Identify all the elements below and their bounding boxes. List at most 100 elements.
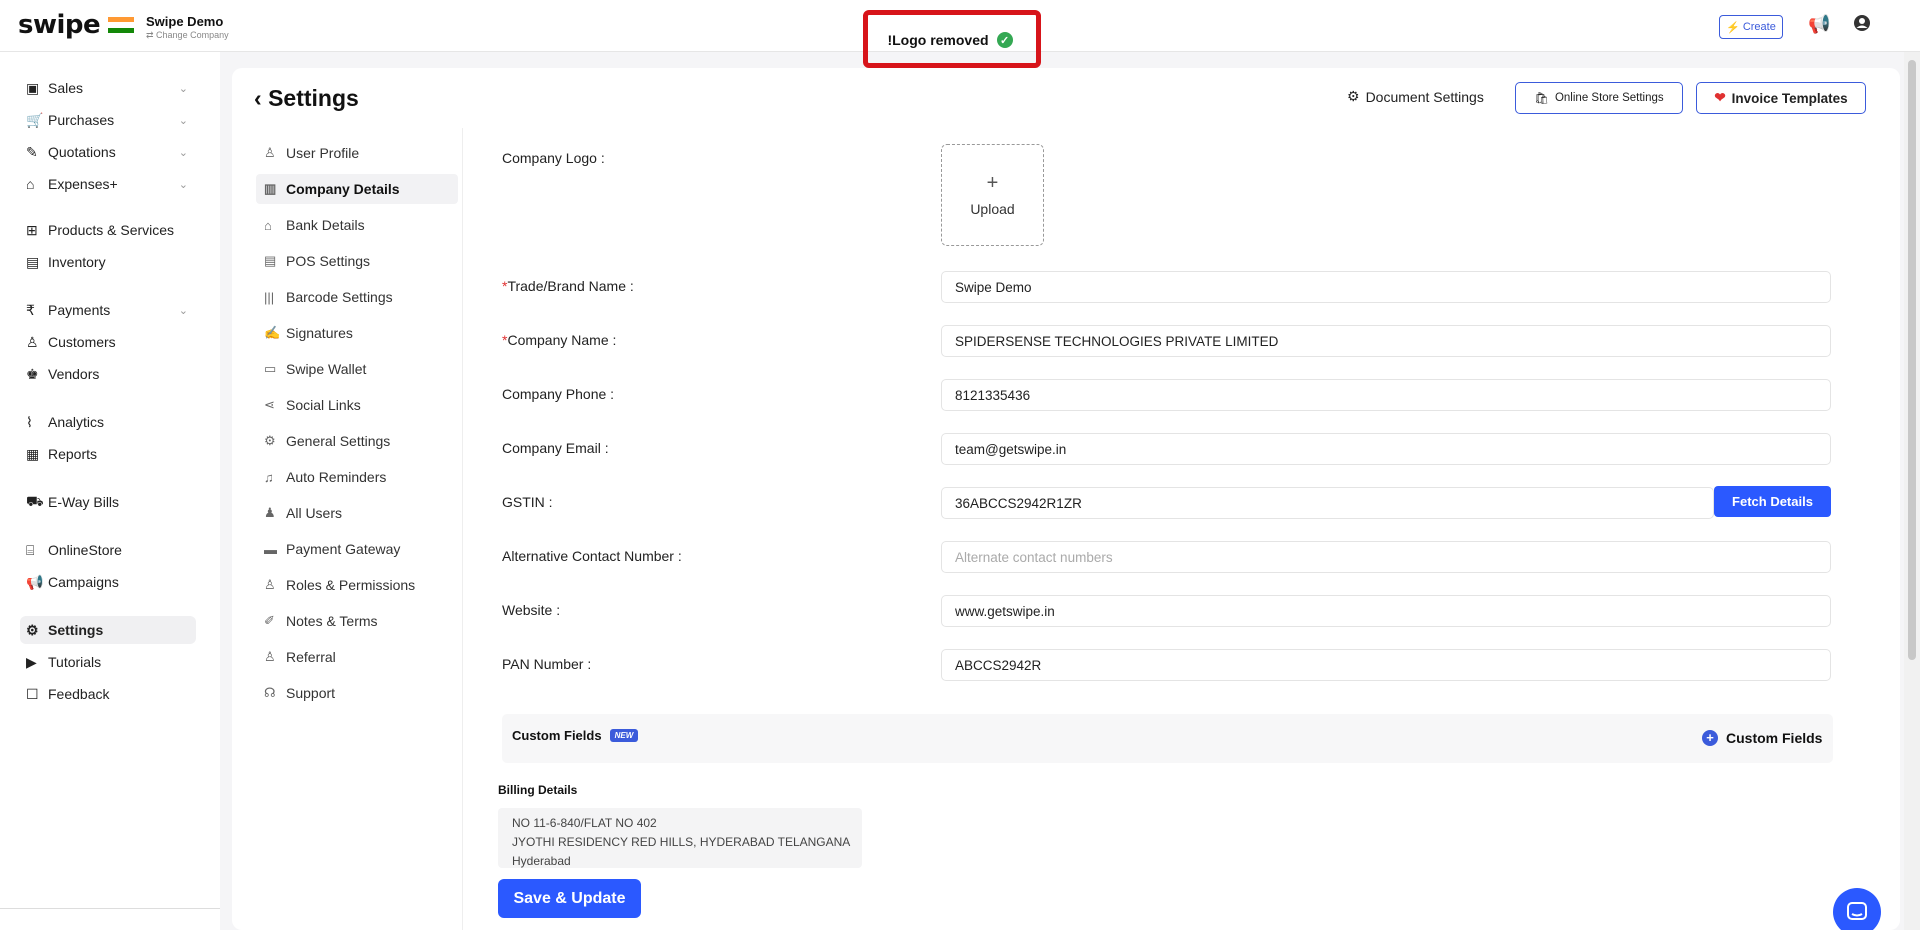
chevron-down-icon[interactable]: ⌄: [179, 178, 188, 191]
add-custom-field-button[interactable]: + Custom Fields: [1702, 730, 1822, 746]
submenu-item-label: Payment Gateway: [286, 541, 401, 557]
sidebar-item-purchases[interactable]: 🛒 Purchases ⌄: [20, 106, 196, 134]
page-title[interactable]: ‹ Settings: [254, 85, 359, 112]
gstin-label: GSTIN :: [502, 494, 553, 510]
chevron-down-icon[interactable]: ⌄: [179, 304, 188, 317]
gstin-input[interactable]: 36ABCCS2942R1ZR: [941, 487, 1714, 519]
company-switcher[interactable]: Swipe Demo ⇄ Change Company: [146, 14, 229, 41]
submenu-item-label: Barcode Settings: [286, 289, 393, 305]
sidebar-item-e-way-bills[interactable]: ⛟ E-Way Bills: [20, 488, 196, 516]
submenu-icon: ▤: [264, 253, 277, 268]
company-name-input[interactable]: SPIDERSENSE TECHNOLOGIES PRIVATE LIMITED: [941, 325, 1831, 357]
chevron-down-icon[interactable]: ⌄: [179, 146, 188, 159]
heart-icon: ❤: [1714, 90, 1726, 105]
change-company-link[interactable]: ⇄ Change Company: [146, 30, 229, 41]
account-icon[interactable]: [1853, 14, 1871, 37]
custom-fields-title: Custom Fields NEW: [512, 728, 639, 743]
barcode-box-icon: ⊞: [26, 221, 38, 238]
scrollbar-thumb[interactable]: [1908, 60, 1916, 660]
company-name-label: *Company Name :: [502, 332, 617, 348]
comment-icon: ☐: [26, 685, 39, 702]
sidebar-item-vendors[interactable]: ♚ Vendors: [20, 360, 196, 388]
submenu-item-company-details[interactable]: ▥ Company Details: [256, 174, 458, 204]
sidebar-item-expenses-[interactable]: ⌂ Expenses+ ⌄: [20, 170, 196, 198]
submenu-item-referral[interactable]: ♙ Referral: [256, 642, 458, 672]
gear-icon: ⚙: [1347, 88, 1360, 104]
trade-name-input[interactable]: Swipe Demo: [941, 271, 1831, 303]
toast-highlight: !Logo removed ✓: [863, 10, 1041, 68]
sidebar-item-feedback[interactable]: ☐ Feedback: [20, 680, 196, 708]
submenu-item-label: Company Details: [286, 181, 400, 197]
company-email-input[interactable]: team@getswipe.in: [941, 433, 1831, 465]
sidebar-item-sales[interactable]: ▣ Sales ⌄: [20, 74, 196, 102]
submenu-item-signatures[interactable]: ✍ Signatures: [256, 318, 458, 348]
sidebar-item-products-services[interactable]: ⊞ Products & Services: [20, 216, 196, 244]
create-button[interactable]: ⚡ Create: [1719, 15, 1783, 39]
submenu-icon: ⌂: [264, 217, 272, 233]
lightning-icon: ⚡: [1726, 21, 1740, 34]
submenu-item-support[interactable]: ☊ Support: [256, 678, 458, 708]
sidebar-item-customers[interactable]: ♙ Customers: [20, 328, 196, 356]
submenu-item-auto-reminders[interactable]: ♫ Auto Reminders: [256, 462, 458, 492]
sidebar-item-campaigns[interactable]: 📢 Campaigns: [20, 568, 196, 596]
fetch-details-button[interactable]: Fetch Details: [1714, 486, 1831, 517]
website-input[interactable]: www.getswipe.in: [941, 595, 1831, 627]
back-chevron-icon[interactable]: ‹: [254, 85, 268, 111]
sidebar-item-analytics[interactable]: ⌇ Analytics: [20, 408, 196, 436]
submenu-item-user-profile[interactable]: ♙ User Profile: [256, 138, 458, 168]
sidebar-item-label: Settings: [48, 622, 104, 638]
sidebar-divider: [0, 908, 220, 909]
submenu-item-pos-settings[interactable]: ▤ POS Settings: [256, 246, 458, 276]
plus-icon: +: [986, 172, 999, 194]
submenu-item-general-settings[interactable]: ⚙ General Settings: [256, 426, 458, 456]
sidebar-item-label: Payments: [48, 302, 111, 318]
submenu-item-social-links[interactable]: ⋖ Social Links: [256, 390, 458, 420]
invoice-templates-label: Invoice Templates: [1731, 90, 1848, 106]
sidebar-item-quotations[interactable]: ✎ Quotations ⌄: [20, 138, 196, 166]
sidebar-item-label: Vendors: [48, 366, 100, 382]
submenu-icon: ✍: [264, 325, 281, 340]
sidebar-item-label: OnlineStore: [48, 542, 122, 558]
sidebar-item-inventory[interactable]: ▤ Inventory: [20, 248, 196, 276]
submenu-item-swipe-wallet[interactable]: ▭ Swipe Wallet: [256, 354, 458, 384]
submenu-icon: ♟: [264, 505, 276, 520]
submenu-item-barcode-settings[interactable]: ||| Barcode Settings: [256, 282, 458, 312]
sidebar-item-payments[interactable]: ₹ Payments ⌄: [20, 296, 196, 324]
submenu-icon: ▭: [264, 361, 277, 376]
document-settings-link[interactable]: ⚙ Document Settings: [1347, 88, 1484, 105]
billing-address[interactable]: NO 11-6-840/FLAT NO 402 JYOTHI RESIDENCY…: [498, 808, 862, 868]
submenu-item-payment-gateway[interactable]: ▬ Payment Gateway: [256, 534, 458, 564]
submenu-item-label: Referral: [286, 649, 336, 665]
submenu-item-roles-permissions[interactable]: ♙ Roles & Permissions: [256, 570, 458, 600]
toast-text: !Logo removed: [887, 32, 989, 48]
sidebar-item-label: Sales: [48, 80, 84, 96]
megaphone-icon[interactable]: 📢: [1808, 14, 1830, 35]
company-phone-input[interactable]: 8121335436: [941, 379, 1831, 411]
invoice-templates-button[interactable]: ❤ Invoice Templates: [1696, 82, 1866, 114]
chevron-down-icon[interactable]: ⌄: [179, 114, 188, 127]
save-update-button[interactable]: Save & Update: [498, 879, 641, 918]
logo-upload-area[interactable]: + Upload: [941, 144, 1044, 246]
sidebar-item-label: Customers: [48, 334, 116, 350]
sidebar-item-tutorials[interactable]: ▶ Tutorials: [20, 648, 196, 676]
billing-line: JYOTHI RESIDENCY RED HILLS, HYDERABAD TE…: [512, 835, 851, 849]
sidebar-item-settings[interactable]: ⚙ Settings: [20, 616, 196, 644]
submenu-icon: ♙: [264, 577, 276, 592]
submenu-item-notes-terms[interactable]: ✐ Notes & Terms: [256, 606, 458, 636]
pan-input[interactable]: ABCCS2942R: [941, 649, 1831, 681]
submenu-item-all-users[interactable]: ♟ All Users: [256, 498, 458, 528]
sidebar-item-label: Expenses+: [48, 176, 118, 192]
sidebar-item-reports[interactable]: ▦ Reports: [20, 440, 196, 468]
page-title-text: Settings: [268, 85, 359, 111]
alt-contact-input[interactable]: Alternate contact numbers: [941, 541, 1831, 573]
chevron-down-icon[interactable]: ⌄: [179, 82, 188, 95]
submenu-icon: ▬: [264, 541, 277, 557]
website-label: Website :: [502, 602, 561, 618]
brand-logo[interactable]: swipe: [18, 12, 135, 38]
sidebar-item-label: Reports: [48, 446, 98, 462]
chat-support-icon[interactable]: [1833, 888, 1881, 930]
online-store-settings-button[interactable]: 🛍 Online Store Settings: [1515, 82, 1683, 114]
sidebar-item-onlinestore[interactable]: ⌸ OnlineStore: [20, 536, 196, 564]
submenu-item-bank-details[interactable]: ⌂ Bank Details: [256, 210, 458, 240]
submenu-icon: ♫: [264, 469, 274, 485]
